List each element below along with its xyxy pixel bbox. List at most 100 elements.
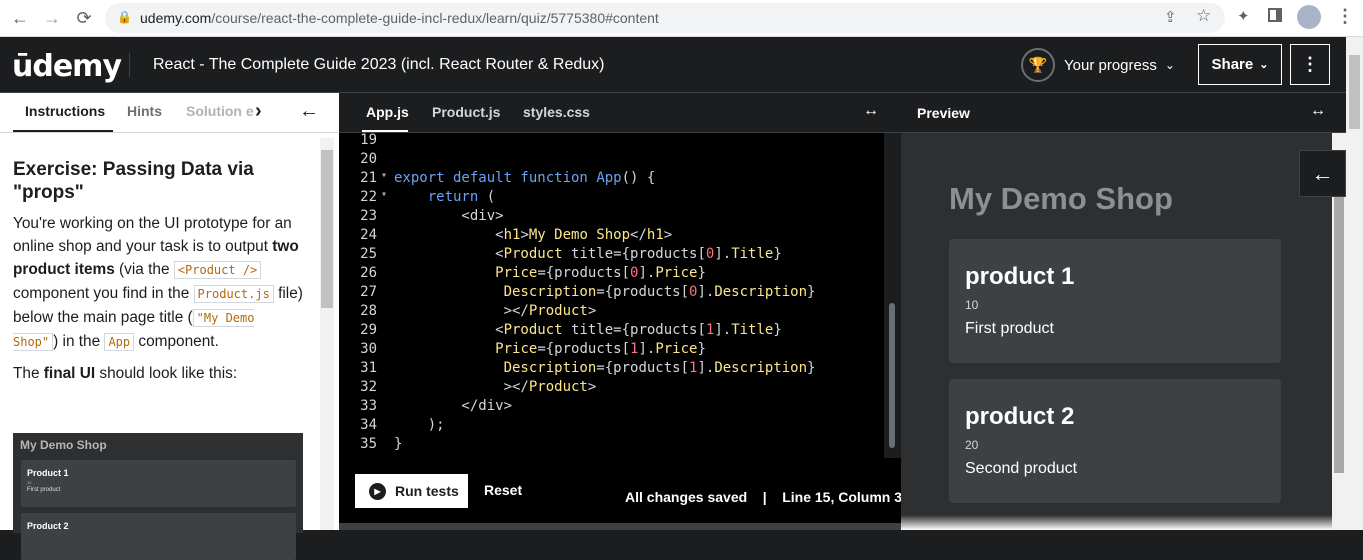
line-number: 24 [360,227,377,243]
extensions-icon[interactable]: ✦ [1237,7,1250,25]
header-divider [129,53,130,77]
code-editor-panel: App.js Product.js styles.css ↔ 19 20 21 22 2… [339,93,910,530]
line-number: 21 [360,170,377,186]
product-description: First product [965,320,1054,337]
product-price: 10 [965,298,979,312]
browser-toolbar: ← → ⟳ 🔒 udemy.com/course/react-the-compl… [0,0,1363,37]
image-product-desc: First product [27,487,61,493]
scrollbar-thumb[interactable] [1349,55,1360,129]
code-area[interactable]: 19 20 21 22 23 24 25 26 27 28 29 30 31 32 33 34 35 ▾ ▾ e… [339,133,884,458]
progress-button[interactable]: 🏆 Your progress ⌄ [1021,48,1175,82]
udemy-logo[interactable]: ūdemy [12,49,122,84]
tab-instructions[interactable]: Instructions [25,103,105,119]
collapse-arrow-icon[interactable]: ← [299,100,319,123]
chevron-down-icon: ⌄ [1164,58,1175,72]
share-button[interactable]: Share ⌄ [1198,44,1282,85]
code-line: </div> [394,398,513,414]
expand-icon[interactable]: ↔ [1310,102,1326,120]
text: should look like this: [95,365,238,382]
product-price: 20 [965,438,979,452]
instructions-content: Exercise: Passing Data via "props" You'r… [13,158,305,385]
preview-title: Preview [917,105,970,121]
profile-avatar[interactable] [1297,5,1321,29]
back-arrow-icon[interactable]: ← [1299,150,1346,197]
product-name: product 1 [965,263,1075,290]
instructions-scrollbar[interactable] [320,138,334,530]
line-number: 31 [360,360,377,376]
tab-styles-css[interactable]: styles.css [523,104,590,120]
address-bar[interactable]: 🔒 udemy.com/course/react-the-complete-gu… [105,3,1225,33]
chevron-down-icon: ⌄ [1259,59,1269,71]
editor-scrollbar[interactable] [884,133,901,458]
play-icon: ▶ [369,482,386,500]
tab-hints[interactable]: Hints [127,103,162,119]
line-number: 28 [360,303,377,319]
text: You're working on the UI prototype for a… [13,215,292,255]
line-number: 20 [360,151,377,167]
reload-icon[interactable]: ⟳ [72,6,96,30]
progress-label: Your progress [1064,56,1157,74]
fold-arrow-icon[interactable]: ▾ [381,189,387,200]
bookmark-star-icon[interactable]: ☆ [1196,6,1211,26]
text: (via the [114,261,174,278]
image-title: My Demo Shop [20,438,107,452]
line-number: 27 [360,284,377,300]
line-number: 22 [360,189,377,205]
line-number: 32 [360,379,377,395]
product-card: product 2 20 Second product [949,379,1281,503]
scrollbar-thumb[interactable] [1334,188,1344,473]
expand-icon[interactable]: ↔ [863,102,879,120]
editor-bottom-bar [339,523,901,530]
line-number: 26 [360,265,377,281]
shop-title: My Demo Shop [949,181,1173,216]
instructions-tabs: Instructions Hints Solution e › ← [0,93,339,133]
tab-app-js[interactable]: App.js [366,104,409,120]
inline-code: <Product /> [173,261,262,279]
more-options-icon[interactable]: ⋮ [1290,44,1330,85]
code-line: Price={products[0].Price} [495,265,706,281]
instructions-panel: Instructions Hints Solution e › ← Exerci… [0,93,339,560]
back-arrow-icon[interactable]: ← [8,6,32,30]
share-page-icon[interactable]: ⇪ [1164,8,1177,26]
product-name: product 2 [965,403,1075,430]
line-number: 29 [360,322,377,338]
line-number: 34 [360,417,377,433]
tab-solution[interactable]: Solution e [186,103,254,119]
line-number: 35 [360,436,377,452]
share-label: Share [1211,56,1254,73]
course-title[interactable]: React - The Complete Guide 2023 (incl. R… [153,56,604,74]
chevron-right-icon[interactable]: › [255,100,262,123]
active-tab-indicator [362,130,408,132]
url-path: /course/react-the-complete-guide-incl-re… [211,10,659,26]
trophy-icon: 🏆 [1021,48,1055,82]
page-scrollbar[interactable] [1346,37,1363,530]
text: ) in the [53,333,105,350]
url-domain: udemy.com [140,10,212,26]
preview-header: Preview ↔ [901,93,1363,133]
text-bold: final UI [43,365,96,382]
code-line: ></Product> [394,379,597,395]
scrollbar-thumb[interactable] [889,303,895,448]
forward-arrow-icon[interactable]: → [40,6,64,30]
active-tab-indicator [13,130,113,132]
fold-arrow-icon[interactable]: ▾ [381,170,387,181]
code-line: } [394,436,403,452]
run-tests-button[interactable]: ▶ Run tests [355,474,468,508]
image-product-price: 10 [27,480,32,485]
save-status: All changes saved | Line 15, Column 37 [625,489,910,505]
inline-code: Product.js [193,285,274,303]
scrollbar-thumb[interactable] [321,150,333,308]
reset-button[interactable]: Reset [484,482,522,498]
tab-product-js[interactable]: Product.js [432,104,500,120]
preview-panel: Preview ↔ My Demo Shop product 1 10 Firs… [901,93,1363,530]
code-line: return ( [427,189,496,205]
code-line: Description={products[1].Description} [503,360,816,376]
code-line: Price={products[1].Price} [495,341,706,357]
instructions-paragraph: You're working on the UI prototype for a… [13,212,305,354]
exercise-title: Exercise: Passing Data via "props" [13,159,254,203]
browser-menu-icon[interactable]: ⋮ [1336,6,1354,27]
code-line: <Product title={products[1].Title} [394,322,782,338]
code-line: ); [394,417,445,433]
side-panel-icon[interactable] [1268,8,1282,22]
url-text: udemy.com/course/react-the-complete-guid… [140,10,659,26]
